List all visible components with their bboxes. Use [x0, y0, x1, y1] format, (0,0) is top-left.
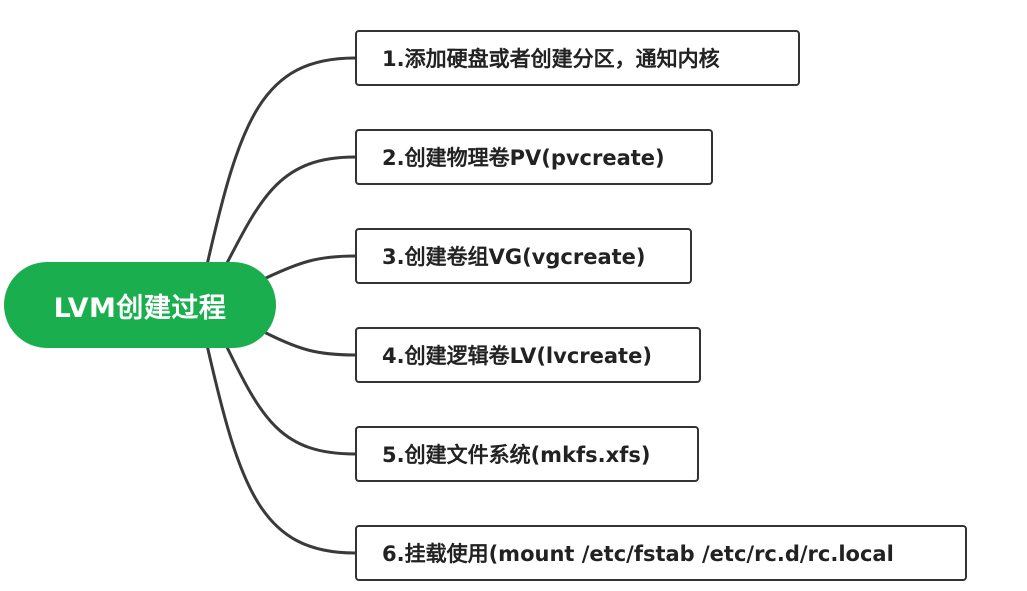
connector-step-6	[205, 343, 357, 555]
step-node-label: 3.创建卷组VG(vgcreate)	[382, 245, 646, 269]
step-node-create-filesystem[interactable]: 5.创建文件系统(mkfs.xfs)	[355, 426, 699, 482]
step-node-label: 2.创建物理卷PV(pvcreate)	[382, 146, 665, 170]
root-node-label: LVM创建过程	[53, 292, 227, 324]
connector-step-1	[205, 56, 357, 267]
step-node-create-vg[interactable]: 3.创建卷组VG(vgcreate)	[355, 228, 692, 284]
step-node-create-pv[interactable]: 2.创建物理卷PV(pvcreate)	[355, 129, 713, 185]
step-node-mount[interactable]: 6.挂载使用(mount /etc/fstab /etc/rc.d/rc.loc…	[355, 525, 967, 581]
connector-step-2	[224, 155, 357, 267]
connector-step-5	[224, 343, 357, 456]
mind-map-canvas: LVM创建过程 1.添加硬盘或者创建分区，通知内核 2.创建物理卷PV(pvcr…	[0, 0, 1027, 591]
step-node-add-disk[interactable]: 1.添加硬盘或者创建分区，通知内核	[355, 30, 800, 86]
step-node-create-lv[interactable]: 4.创建逻辑卷LV(lvcreate)	[355, 327, 701, 383]
step-node-label: 6.挂载使用(mount /etc/fstab /etc/rc.d/rc.loc…	[382, 542, 894, 566]
connector-step-3	[264, 254, 357, 280]
root-node-lvm-process[interactable]: LVM创建过程	[4, 262, 276, 348]
step-node-label: 5.创建文件系统(mkfs.xfs)	[382, 443, 651, 467]
step-node-label: 1.添加硬盘或者创建分区，通知内核	[382, 47, 720, 71]
connector-step-4	[264, 331, 357, 357]
step-node-label: 4.创建逻辑卷LV(lvcreate)	[382, 344, 652, 368]
